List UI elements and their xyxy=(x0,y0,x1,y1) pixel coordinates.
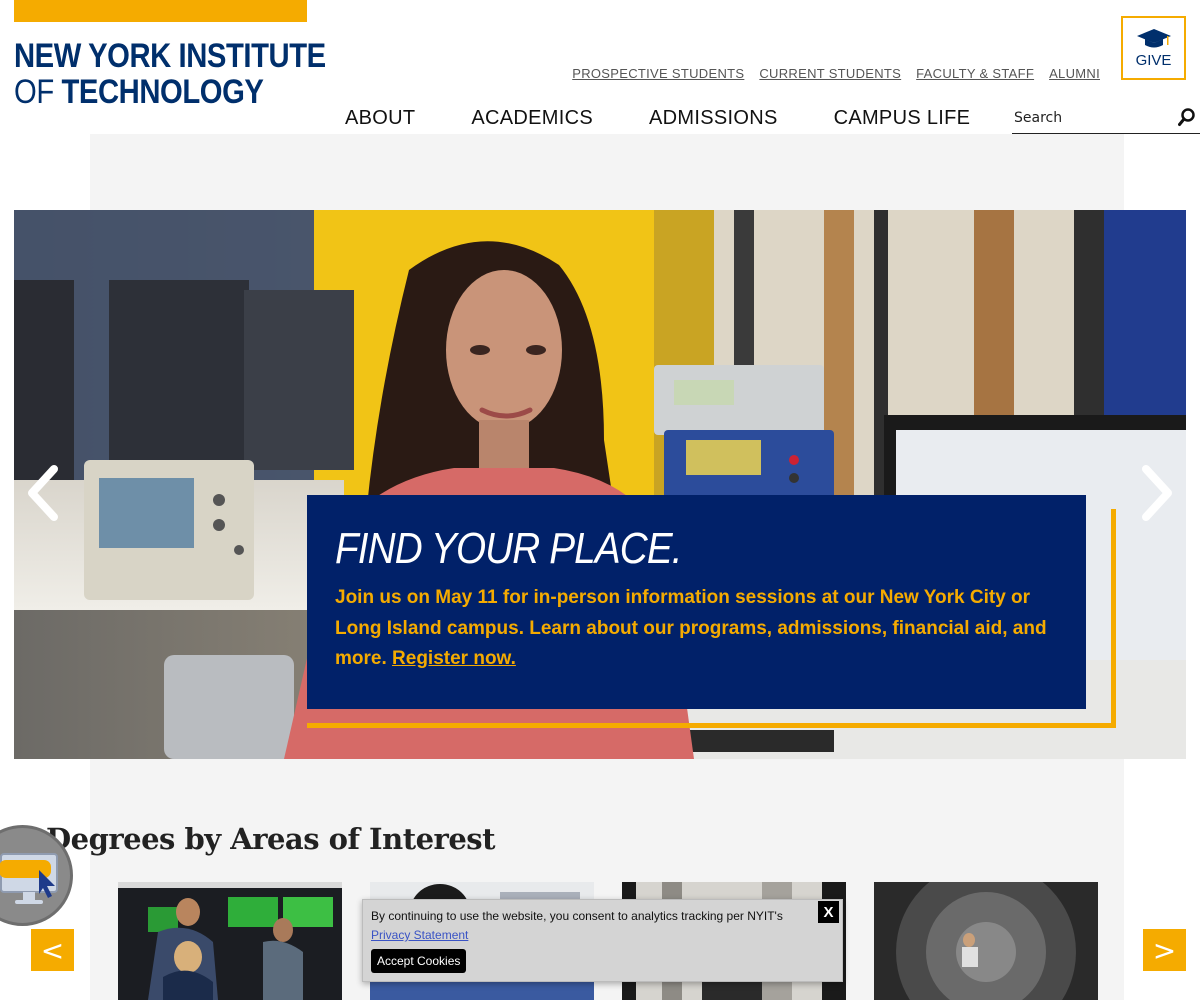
degree-card[interactable] xyxy=(118,882,342,1000)
nav-about[interactable]: ABOUT xyxy=(345,107,415,130)
privacy-statement-link[interactable]: Privacy Statement xyxy=(371,928,468,942)
util-link-faculty[interactable]: FACULTY & STAFF xyxy=(916,66,1034,81)
give-label: GIVE xyxy=(1135,51,1172,69)
hero-next-arrow[interactable] xyxy=(1140,465,1176,521)
hero-title: FIND YOUR PLACE. xyxy=(335,524,683,573)
util-link-current[interactable]: CURRENT STUDENTS xyxy=(759,66,901,81)
logo-line-1: NEW YORK INSTITUTE xyxy=(14,37,326,75)
cookie-message: By continuing to use the website, you co… xyxy=(371,909,783,923)
logo-line-2: OF TECHNOLOGY xyxy=(14,74,272,110)
register-link[interactable]: Register now. xyxy=(392,648,516,669)
nav-academics[interactable]: ACADEMICS xyxy=(471,107,593,130)
util-link-alumni[interactable]: ALUMNI xyxy=(1049,66,1100,81)
utility-nav: PROSPECTIVE STUDENTS CURRENT STUDENTS FA… xyxy=(572,66,1100,81)
cookie-banner: By continuing to use the website, you co… xyxy=(362,899,843,982)
hero-callout: FIND YOUR PLACE. Join us on May 11 for i… xyxy=(307,495,1086,709)
nyit-logo[interactable]: NEW YORK INSTITUTE OF TECHNOLOGY xyxy=(14,37,326,110)
hero-body: Join us on May 11 for in-person informat… xyxy=(335,583,1058,675)
nav-admissions[interactable]: ADMISSIONS xyxy=(649,107,778,130)
give-button[interactable]: GIVE xyxy=(1121,16,1186,80)
card-image xyxy=(874,882,1098,1000)
screen-cursor-icon xyxy=(0,853,58,904)
cookie-close-button[interactable]: X xyxy=(818,901,839,923)
hero-prev-arrow[interactable] xyxy=(24,465,60,521)
degrees-section-title: Degrees by Areas of Interest xyxy=(46,822,496,856)
logo-of: OF xyxy=(14,73,54,111)
card-image xyxy=(118,882,342,1000)
logo-accent-bar xyxy=(14,0,307,22)
degrees-next-button[interactable]: > xyxy=(1143,929,1186,971)
util-link-prospective[interactable]: PROSPECTIVE STUDENTS xyxy=(572,66,744,81)
main-nav: ABOUT ACADEMICS ADMISSIONS CAMPUS LIFE xyxy=(345,107,1026,130)
logo-technology: TECHNOLOGY xyxy=(53,73,264,111)
search-input[interactable] xyxy=(1012,106,1162,130)
graduation-cap-icon xyxy=(1136,28,1171,47)
search-icon[interactable] xyxy=(1178,108,1196,128)
degree-card[interactable] xyxy=(874,882,1098,1000)
accept-cookies-button[interactable]: Accept Cookies xyxy=(371,949,467,973)
nav-campus-life[interactable]: CAMPUS LIFE xyxy=(834,107,971,130)
degrees-prev-button[interactable]: < xyxy=(31,929,74,971)
search-box xyxy=(1012,106,1200,134)
